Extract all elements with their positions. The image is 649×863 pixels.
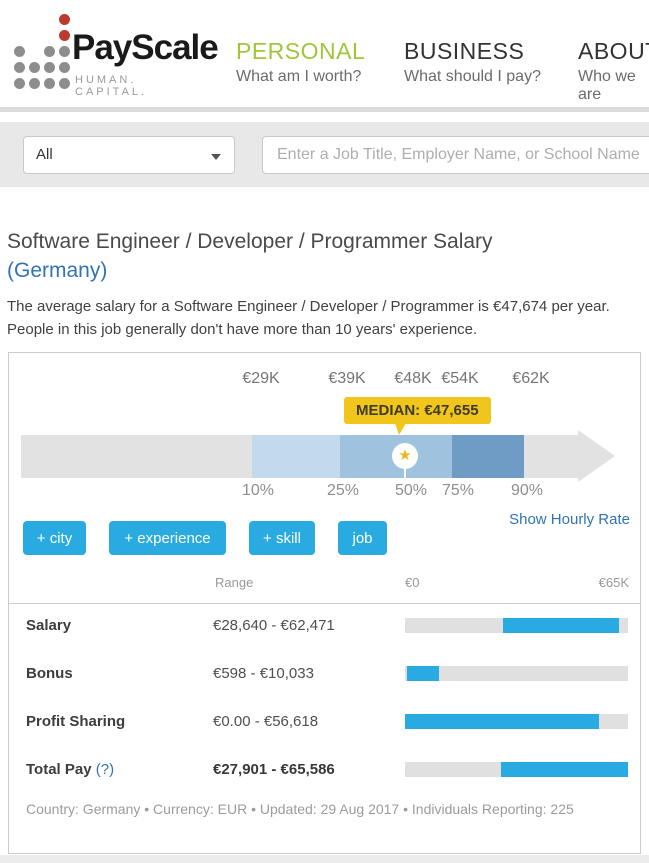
- brand-tagline: HUMAN. CAPITAL.: [75, 74, 147, 98]
- nav-business[interactable]: BUSINESS What should I pay?: [404, 38, 541, 86]
- job-button[interactable]: job: [338, 521, 387, 555]
- page-title: Software Engineer / Developer / Programm…: [7, 227, 493, 285]
- tick-25th-value: €39K: [328, 370, 365, 388]
- page-description-line1: The average salary for a Software Engine…: [7, 298, 610, 315]
- header-divider: [0, 107, 649, 112]
- percentile-bar: [21, 435, 578, 478]
- median-dashed-line: [404, 469, 406, 478]
- page-description: The average salary for a Software Engine…: [7, 295, 610, 341]
- nav-about-sub: Who we are: [578, 68, 649, 104]
- bottom-strip: [0, 855, 649, 863]
- range-bar-fill: [405, 714, 599, 729]
- payscale-page: PayScale HUMAN. CAPITAL. PERSONAL What a…: [0, 0, 649, 863]
- range-bar-fill: [503, 618, 619, 633]
- row-label: Total Pay (?): [26, 761, 114, 778]
- axis-max-label: €65K: [599, 575, 629, 590]
- tick-50th-value: €48K: [394, 370, 431, 388]
- nav-about-label: ABOUT: [578, 38, 649, 65]
- add-skill-button[interactable]: + skill: [249, 521, 315, 555]
- median-callout: MEDIAN: €47,655: [344, 397, 491, 424]
- tick-75th-value: €54K: [441, 370, 478, 388]
- row-label: Profit Sharing: [26, 713, 125, 730]
- row-range-value: €598 - €10,033: [213, 665, 314, 682]
- table-row-bonus: Bonus €598 - €10,033: [9, 650, 640, 698]
- range-column-header: Range: [215, 575, 253, 590]
- tick-10th-value: €29K: [242, 370, 279, 388]
- row-label: Salary: [26, 617, 71, 634]
- show-hourly-rate-link[interactable]: Show Hourly Rate: [509, 511, 630, 528]
- tick-50th-pct: 50%: [395, 482, 427, 500]
- report-meta: Country: Germany • Currency: EUR • Updat…: [26, 801, 574, 817]
- nav-personal[interactable]: PERSONAL What am I worth?: [236, 38, 365, 86]
- tick-25th-pct: 25%: [327, 482, 359, 500]
- range-bar-fill: [407, 666, 439, 681]
- page-title-line1: Software Engineer / Developer / Programm…: [7, 230, 493, 253]
- logo-dots-icon: [14, 14, 74, 94]
- range-bar-track: [405, 666, 628, 681]
- nav-personal-label: PERSONAL: [236, 38, 365, 65]
- tick-90th-pct: 90%: [511, 482, 543, 500]
- table-row-total-pay: Total Pay (?) €27,901 - €65,586: [9, 746, 640, 794]
- category-dropdown[interactable]: All: [23, 136, 235, 174]
- band-75-90: [452, 435, 524, 478]
- range-bar-fill: [501, 762, 628, 777]
- nav-business-label: BUSINESS: [404, 38, 541, 65]
- nav-personal-sub: What am I worth?: [236, 68, 365, 86]
- table-row-salary: Salary €28,640 - €62,471: [9, 602, 640, 650]
- search-band: All: [0, 122, 649, 187]
- tick-10th-pct: 10%: [242, 482, 274, 500]
- table-row-profit-sharing: Profit Sharing €0.00 - €56,618: [9, 698, 640, 746]
- row-range-value: €27,901 - €65,586: [213, 761, 335, 778]
- median-star-icon[interactable]: ★: [392, 443, 418, 469]
- tick-90th-value: €62K: [512, 370, 549, 388]
- band-10-25: [252, 435, 340, 478]
- axis-min-label: €0: [405, 575, 419, 590]
- nav-business-sub: What should I pay?: [404, 68, 541, 86]
- brand-wordmark: PayScale: [72, 28, 218, 68]
- range-table-header: Range €0 €65K: [9, 575, 642, 595]
- row-range-value: €28,640 - €62,471: [213, 617, 335, 634]
- range-bar-track: [405, 618, 628, 633]
- salary-panel: €29K €39K €48K €54K €62K MEDIAN: €47,655…: [8, 352, 641, 854]
- header: PayScale HUMAN. CAPITAL. PERSONAL What a…: [0, 0, 649, 107]
- page-title-location: (Germany): [7, 259, 107, 282]
- range-bar-track: [405, 714, 628, 729]
- chevron-down-icon: [211, 154, 221, 160]
- add-experience-button[interactable]: + experience: [109, 521, 226, 555]
- range-bar-track: [405, 762, 628, 777]
- category-dropdown-value: All: [36, 146, 53, 163]
- page-description-line2: People in this job generally don't have …: [7, 321, 477, 338]
- help-icon[interactable]: (?): [96, 761, 114, 778]
- row-range-value: €0.00 - €56,618: [213, 713, 318, 730]
- arrow-head-icon: [578, 430, 615, 482]
- nav-about[interactable]: ABOUT Who we are: [578, 38, 649, 104]
- median-callout-pointer: [395, 423, 406, 435]
- job-search-input[interactable]: [262, 136, 649, 174]
- tick-75th-pct: 75%: [442, 482, 474, 500]
- row-label: Bonus: [26, 665, 73, 682]
- add-city-button[interactable]: + city: [23, 521, 86, 555]
- row-label-text: Total Pay: [26, 761, 92, 778]
